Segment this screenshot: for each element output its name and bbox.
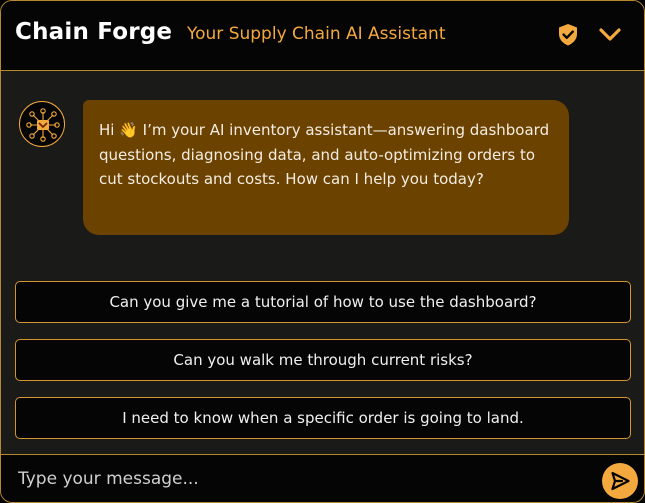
brand-title: Chain Forge <box>15 19 173 45</box>
send-arrow-icon <box>611 471 630 491</box>
chevron-down-icon[interactable] <box>597 23 623 47</box>
message-input[interactable] <box>18 464 578 494</box>
network-hub-icon <box>26 108 60 142</box>
bot-message-bubble: Hi 👋 I’m your AI inventory assistant—ans… <box>83 100 569 235</box>
send-button[interactable] <box>602 463 638 499</box>
message-composer <box>1 454 644 502</box>
bot-avatar <box>19 101 65 147</box>
shield-check-icon <box>557 23 579 47</box>
suggestion-order-arrival[interactable]: I need to know when a specific order is … <box>15 397 631 439</box>
message-list: Hi 👋 I’m your AI inventory assistant—ans… <box>1 71 644 453</box>
bot-message-text: Hi 👋 I’m your AI inventory assistant—ans… <box>99 121 550 188</box>
brand-tagline: Your Supply Chain AI Assistant <box>187 24 446 44</box>
suggestion-dashboard-tutorial[interactable]: Can you give me a tutorial of how to use… <box>15 281 631 323</box>
chat-widget: Chain Forge Your Supply Chain AI Assista… <box>0 0 645 503</box>
suggestion-current-risks[interactable]: Can you walk me through current risks? <box>15 339 631 381</box>
chat-header: Chain Forge Your Supply Chain AI Assista… <box>1 1 644 71</box>
